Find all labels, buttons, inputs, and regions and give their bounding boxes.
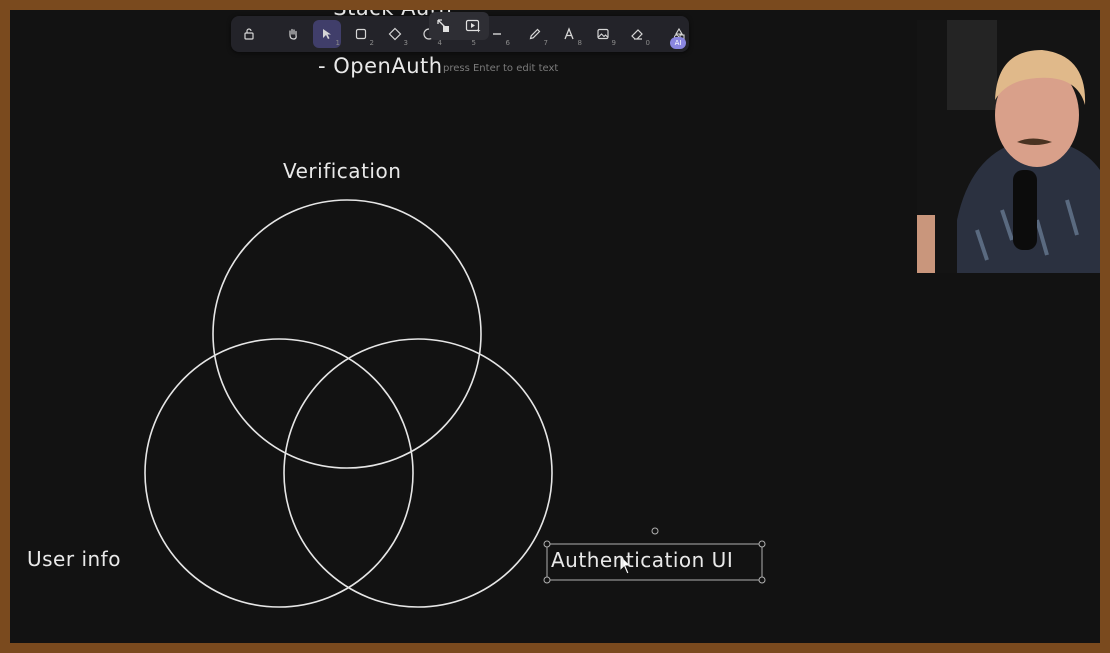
- label-authentication-ui[interactable]: Authentication UI: [551, 548, 733, 572]
- play-sparkle-icon: [465, 19, 481, 33]
- pointer-icon: [323, 29, 331, 39]
- swap-button[interactable]: [431, 14, 455, 38]
- text-icon: [564, 27, 574, 40]
- ai-badge[interactable]: AI: [670, 37, 686, 49]
- selection-handle[interactable]: [543, 576, 551, 584]
- text-tool[interactable]: 8: [555, 20, 583, 48]
- pencil-icon: [529, 28, 541, 40]
- diamond-icon: [388, 27, 402, 41]
- rotation-handle[interactable]: [651, 527, 659, 535]
- webcam-overlay: [917, 20, 1100, 273]
- selection-tool[interactable]: 1: [313, 20, 341, 48]
- image-tool[interactable]: 9: [589, 20, 617, 48]
- shortcut-key: 7: [543, 39, 548, 47]
- circle-verification[interactable]: [212, 199, 482, 469]
- shortcut-key: 2: [369, 39, 374, 47]
- pencil-tool[interactable]: 7: [521, 20, 549, 48]
- circle-auth-ui[interactable]: [283, 338, 553, 608]
- hand-icon: [289, 28, 297, 40]
- circle-user-info[interactable]: [144, 338, 414, 608]
- image-icon: [597, 28, 609, 40]
- shortcut-key: 8: [577, 39, 582, 47]
- presenter-video: [917, 20, 1100, 273]
- edit-hint: press Enter to edit text: [443, 63, 559, 74]
- hand-tool[interactable]: [279, 20, 307, 48]
- eraser-icon: [631, 29, 643, 40]
- rectangle-icon: [355, 28, 367, 40]
- selection-handle[interactable]: [543, 540, 551, 548]
- selection-handle[interactable]: [758, 540, 766, 548]
- label-user-info[interactable]: User info: [27, 547, 121, 571]
- rectangle-tool[interactable]: 2: [347, 20, 375, 48]
- floating-toolbar: [429, 12, 489, 40]
- line-icon: [493, 33, 501, 35]
- shortcut-key: 6: [505, 39, 510, 47]
- shortcut-key: 3: [403, 39, 408, 47]
- eraser-tool[interactable]: 0: [623, 20, 651, 48]
- label-verification[interactable]: Verification: [283, 159, 401, 183]
- shortcut-key: 0: [645, 39, 650, 47]
- whiteboard-canvas[interactable]: - Stack Auth - OpenAuth press Enter to e…: [10, 10, 1100, 643]
- lock-icon: [244, 28, 254, 40]
- swap-icon: [437, 19, 449, 32]
- shortcut-key: 5: [471, 39, 476, 47]
- present-button[interactable]: [461, 14, 485, 38]
- lock-tool[interactable]: [235, 20, 263, 48]
- selection-handle[interactable]: [758, 576, 766, 584]
- list-item-openauth[interactable]: - OpenAuth: [318, 54, 443, 78]
- diamond-tool[interactable]: 3: [381, 20, 409, 48]
- shortcut-key: 4: [437, 39, 442, 47]
- shortcut-key: 1: [335, 39, 340, 47]
- shortcut-key: 9: [611, 39, 616, 47]
